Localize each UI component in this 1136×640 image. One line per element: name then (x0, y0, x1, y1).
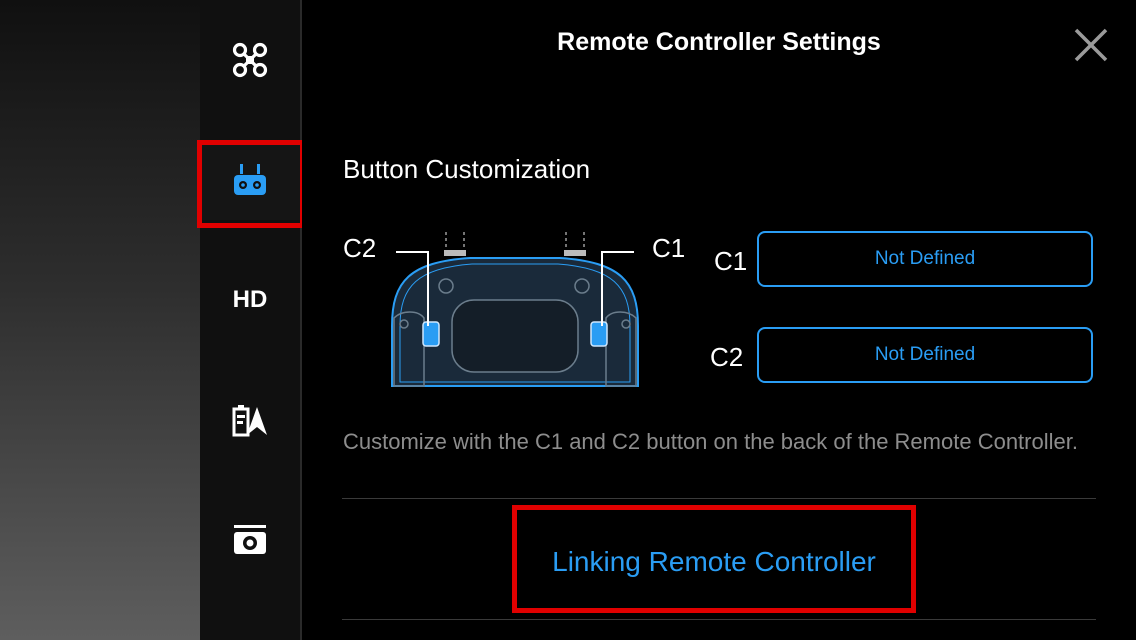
battery-icon (232, 405, 267, 437)
hd-icon: HD (232, 286, 268, 313)
close-icon[interactable] (1070, 24, 1112, 66)
controller-back-diagram (391, 232, 639, 387)
sidebar-item-aircraft[interactable] (200, 20, 300, 100)
section-title: Button Customization (343, 154, 591, 184)
customization-description: Customize with the C1 and C2 button on t… (343, 429, 1078, 454)
sidebar-item-remote-controller[interactable] (200, 140, 300, 220)
diagram-c2-callout: C2 (343, 233, 377, 263)
diagram-c1-callout: C1 (652, 233, 686, 263)
c1-define-button[interactable]: Not Defined (757, 231, 1093, 287)
sidebar-item-gimbal[interactable] (200, 500, 300, 580)
drone-icon (232, 42, 268, 78)
settings-screen: HD Remote Controller Settings Button Cus… (0, 0, 1136, 640)
remote-controller-icon (234, 164, 266, 195)
background-panel (0, 0, 200, 640)
c1-label: C1 (714, 246, 748, 276)
sidebar-item-hd[interactable]: HD (200, 260, 300, 340)
c2-define-button[interactable]: Not Defined (757, 327, 1093, 383)
divider-bottom (342, 619, 1096, 620)
c2-label: C2 (710, 342, 744, 372)
linking-remote-controller-link[interactable]: Linking Remote Controller (516, 546, 912, 578)
divider-top (342, 498, 1096, 499)
sidebar-item-battery[interactable] (200, 380, 300, 460)
camera-gimbal-icon (234, 525, 266, 554)
page-title: Remote Controller Settings (557, 28, 881, 56)
